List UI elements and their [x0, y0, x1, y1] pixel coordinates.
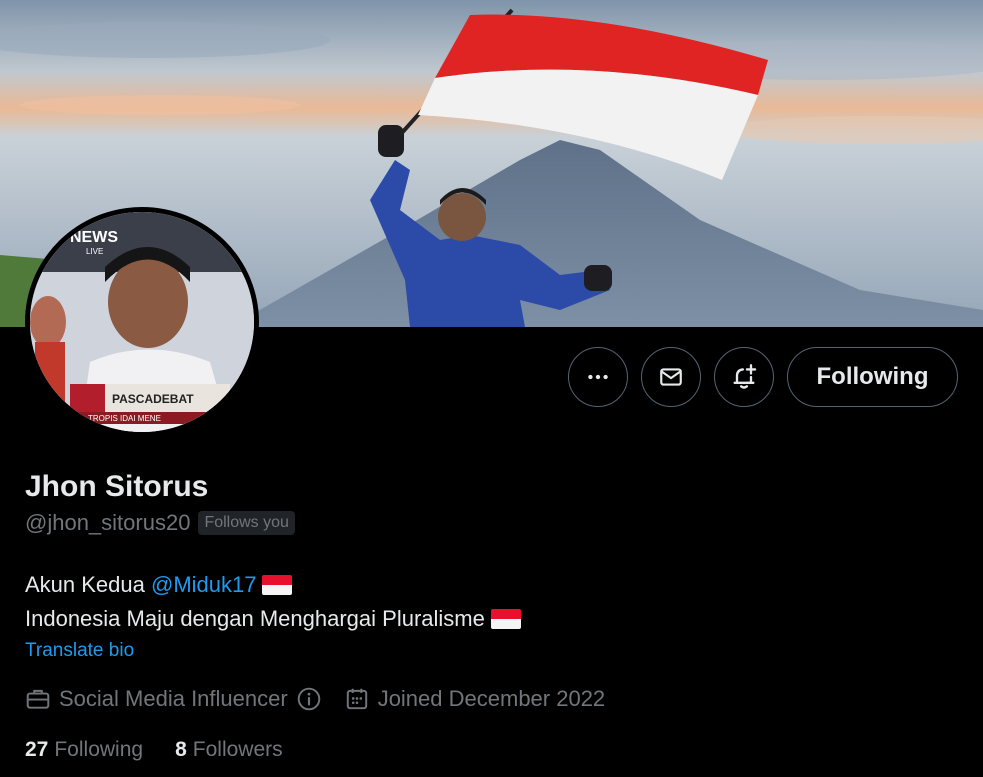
following-label: Following	[54, 738, 144, 761]
mail-icon	[660, 368, 682, 386]
avatar-bar-text: PASCADEBAT	[112, 392, 194, 406]
bio-line-1: Akun Kedua @Miduk17	[25, 568, 521, 602]
followers-count: 8	[175, 738, 187, 761]
profile-name: Jhon Sitorus	[25, 470, 209, 503]
following-button[interactable]: Following	[787, 347, 958, 407]
handle-row: @jhon_sitorus20 Follows you	[25, 510, 295, 536]
bio-line2-text: Indonesia Maju dengan Menghargai Plurali…	[25, 606, 485, 631]
indonesia-flag-icon	[262, 575, 293, 595]
bio-line-2: Indonesia Maju dengan Menghargai Plurali…	[25, 602, 521, 636]
avatar-image: NEWS LIVE PASCADEBAT TROPIS IDAI MENE	[30, 212, 254, 432]
briefcase-icon	[26, 689, 50, 709]
joined-item: Joined December 2022	[344, 686, 605, 712]
joined-text: Joined December 2022	[377, 686, 606, 711]
avatar-live-text: LIVE	[86, 247, 103, 256]
following-count-link[interactable]: 27 Following	[25, 738, 143, 762]
bio-line1-text: Akun Kedua	[25, 572, 151, 597]
profile-meta: Social Media Influencer Joined December …	[25, 686, 627, 712]
following-count: 27	[25, 738, 49, 761]
category-text: Social Media Influencer	[59, 686, 288, 711]
avatar-sub-text: TROPIS IDAI MENE	[88, 414, 161, 423]
translate-bio-link[interactable]: Translate bio	[25, 640, 134, 662]
indonesia-flag-icon	[490, 609, 521, 629]
profile-handle: @jhon_sitorus20	[25, 510, 191, 535]
bio-mention-link[interactable]: @Miduk17	[151, 572, 257, 597]
profile-avatar[interactable]: NEWS LIVE PASCADEBAT TROPIS IDAI MENE	[25, 207, 259, 437]
message-button[interactable]	[641, 347, 701, 407]
profile-stats: 27 Following 8 Followers	[25, 738, 283, 762]
notifications-button[interactable]	[714, 347, 774, 407]
calendar-icon	[346, 688, 367, 710]
category-item: Social Media Influencer	[25, 686, 322, 712]
followers-count-link[interactable]: 8 Followers	[175, 738, 283, 762]
bell-plus-icon	[733, 364, 757, 389]
profile-bio: Akun Kedua @Miduk17 Indonesia Maju denga…	[25, 568, 521, 636]
followers-label: Followers	[192, 738, 283, 761]
info-icon[interactable]	[296, 686, 322, 712]
more-icon	[588, 374, 608, 380]
avatar-news-text: NEWS	[70, 229, 118, 246]
follows-you-badge: Follows you	[198, 511, 295, 535]
more-button[interactable]	[568, 347, 628, 407]
